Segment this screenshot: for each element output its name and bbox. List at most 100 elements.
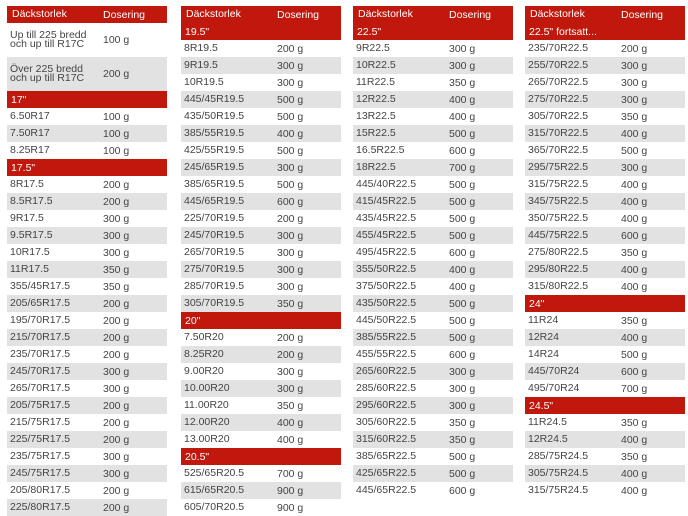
header-dose-label: Dosering	[449, 8, 492, 21]
dosage-value: 100 g	[103, 127, 130, 140]
dosage-value: 500 g	[449, 127, 476, 140]
dosage-value: 500 g	[449, 229, 476, 242]
table-row: 205/65R17.5 200 g	[7, 295, 167, 312]
dosage-value: 200 g	[103, 68, 130, 80]
table-header: Däckstorlek Dosering	[525, 6, 685, 23]
tire-size: 305/70R22.5	[528, 109, 589, 122]
dosage-value: 300 g	[449, 59, 476, 72]
dosage-value: 300 g	[103, 229, 130, 242]
tire-size: 235/70R17.5	[10, 347, 71, 360]
tire-size: 10R17.5	[10, 245, 50, 258]
tire-size: 445/70R24	[528, 364, 580, 377]
section-header: 24"	[525, 295, 685, 312]
table-row: 315/75R24.5 400 g	[525, 482, 685, 499]
dosage-value: 200 g	[621, 42, 648, 55]
dosage-value: 700 g	[449, 161, 476, 174]
table-row: 9R22.5 300 g	[353, 40, 513, 57]
dosage-value: 350 g	[621, 416, 648, 429]
table-row: 345/75R22.5 400 g	[525, 193, 685, 210]
tire-size: 495/45R22.5	[356, 245, 417, 258]
tire-size: 205/80R17.5	[10, 483, 71, 496]
table-row: 265/60R22.5 300 g	[353, 363, 513, 380]
tire-size: 195/70R17.5	[10, 313, 71, 326]
dosage-value: 200 g	[103, 348, 130, 361]
dosage-value: 500 g	[449, 195, 476, 208]
section-header: 17.5"	[7, 159, 167, 176]
tire-size: 295/75R22.5	[528, 160, 589, 173]
table-row: 615/65R20.5 900 g	[181, 482, 341, 499]
tire-size: 11R24	[528, 313, 559, 326]
tire-size: 455/45R22.5	[356, 228, 417, 241]
tire-size: 445/40R22.5	[356, 177, 417, 190]
table-row: 385/65R19.5 500 g	[181, 176, 341, 193]
section-header: 20"	[181, 312, 341, 329]
table-row: 295/75R22.5 300 g	[525, 159, 685, 176]
dosage-value: 500 g	[277, 178, 304, 191]
header-dose-label: Dosering	[277, 8, 320, 21]
tire-size: 345/75R22.5	[528, 194, 589, 207]
table-row: 305/70R19.5 350 g	[181, 295, 341, 312]
dosage-value: 500 g	[277, 144, 304, 157]
table-row: 385/65R22.5 500 g	[353, 448, 513, 465]
table-row: 10R22.5 300 g	[353, 57, 513, 74]
table-row: 445/70R24 600 g	[525, 363, 685, 380]
dosage-value: 900 g	[277, 484, 304, 497]
dosage-value: 500 g	[449, 331, 476, 344]
table-row: 12R24 400 g	[525, 329, 685, 346]
dosage-value: 300 g	[103, 212, 130, 225]
dosage-value: 300 g	[449, 399, 476, 412]
tire-size: 275/70R22.5	[528, 92, 589, 105]
dosage-value: 600 g	[621, 229, 648, 242]
table-row: 385/55R22.5 500 g	[353, 329, 513, 346]
dosage-value: 600 g	[449, 484, 476, 497]
tire-size: 8.5R17.5	[10, 194, 53, 207]
section-header: 24.5"	[525, 397, 685, 414]
dosage-value: 500 g	[449, 450, 476, 463]
tire-size: 495/70R24	[528, 381, 580, 394]
tire-size: 225/75R17.5	[10, 432, 71, 445]
section-label: 17.5"	[11, 161, 36, 174]
dosage-value: 300 g	[277, 382, 304, 395]
table-row: 205/80R17.5 200 g	[7, 482, 167, 499]
tire-size: 245/70R17.5	[10, 364, 71, 377]
dose-table-1: Däckstorlek Dosering Up till 225 bredd och…	[7, 6, 167, 516]
dosage-value: 300 g	[103, 246, 130, 259]
dosage-value: 900 g	[277, 501, 304, 514]
tire-size: 265/70R22.5	[528, 75, 589, 88]
table-row: 285/60R22.5 300 g	[353, 380, 513, 397]
dosage-value: 200 g	[103, 178, 130, 191]
section-label: 19.5"	[185, 25, 210, 38]
tire-size: 8R17.5	[10, 177, 44, 190]
table-row: 295/60R22.5 300 g	[353, 397, 513, 414]
table-row: 11R24 350 g	[525, 312, 685, 329]
tire-size: 425/55R19.5	[184, 143, 245, 156]
tire-size: 265/70R19.5	[184, 245, 245, 258]
tire-size: 9.5R17.5	[10, 228, 53, 241]
tire-size: 12R22.5	[356, 92, 396, 105]
tire-size: 275/80R22.5	[528, 245, 589, 258]
table-row: 350/75R22.5 400 g	[525, 210, 685, 227]
section-label: 22.5"	[357, 25, 382, 38]
dosage-value: 300 g	[621, 161, 648, 174]
table-row: 455/45R22.5 500 g	[353, 227, 513, 244]
table-row: 8.5R17.5 200 g	[7, 193, 167, 210]
dosage-value: 350 g	[449, 416, 476, 429]
tire-size: 605/70R20.5	[184, 500, 245, 513]
dosage-value: 350 g	[449, 76, 476, 89]
tire-size: 315/75R22.5	[528, 177, 589, 190]
tire-size: 435/50R19.5	[184, 109, 245, 122]
dosage-value: 300 g	[277, 59, 304, 72]
dosage-value: 400 g	[621, 280, 648, 293]
tire-size: 9R22.5	[356, 41, 390, 54]
tire-size: 265/70R17.5	[10, 381, 71, 394]
tire-size: 445/65R19.5	[184, 194, 245, 207]
tire-size: 6.50R17	[10, 109, 50, 122]
table-row: 9.00R20 300 g	[181, 363, 341, 380]
dosage-value: 400 g	[449, 280, 476, 293]
dosage-value: 400 g	[277, 416, 304, 429]
table-row: 16.5R22.5 600 g	[353, 142, 513, 159]
table-row: 11R17.5 350 g	[7, 261, 167, 278]
table-row: 235/70R17.5 200 g	[7, 346, 167, 363]
dosage-value: 350 g	[621, 110, 648, 123]
tire-size: 385/65R19.5	[184, 177, 245, 190]
